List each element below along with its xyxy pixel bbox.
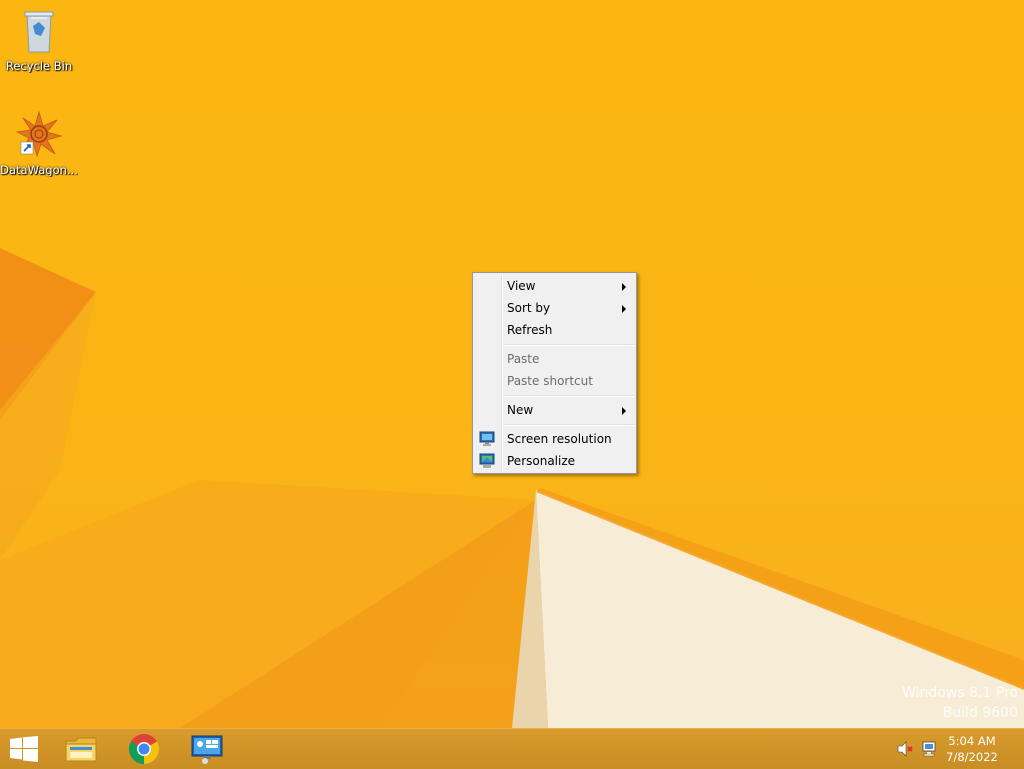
desktop-icon-datawagon[interactable]: DataWagon... xyxy=(0,110,78,177)
chrome-icon xyxy=(128,734,160,764)
monitor-icon xyxy=(479,431,495,446)
taskbar-chrome[interactable] xyxy=(116,729,172,769)
menu-item-new[interactable]: New xyxy=(475,399,634,421)
submenu-arrow-icon xyxy=(622,305,626,313)
menu-item-label: New xyxy=(507,403,534,417)
menu-item-paste-shortcut[interactable]: Paste shortcut xyxy=(475,370,634,392)
taskbar-remote-desktop[interactable] xyxy=(178,729,234,769)
menu-item-paste[interactable]: Paste xyxy=(475,348,634,370)
recycle-bin-icon xyxy=(24,11,54,53)
submenu-arrow-icon xyxy=(622,407,626,415)
clock-date: 7/8/2022 xyxy=(946,750,998,764)
windows-logo-icon xyxy=(10,736,38,762)
folder-icon xyxy=(65,737,97,762)
menu-item-label: Screen resolution xyxy=(507,432,612,446)
desktop-context-menu: View Sort by Refresh Paste Paste shortcu… xyxy=(472,272,637,474)
taskbar-clock[interactable]: 5:04 AM 7/8/2022 xyxy=(942,733,1002,765)
menu-item-label: Refresh xyxy=(507,323,553,337)
desktop-icon-label: Recycle Bin xyxy=(5,59,73,73)
start-button[interactable] xyxy=(0,729,48,769)
desktop-icon-recycle-bin[interactable]: Recycle Bin xyxy=(0,6,78,73)
menu-item-label: Personalize xyxy=(507,454,576,468)
menu-item-label: Paste xyxy=(507,352,540,366)
menu-separator xyxy=(503,344,634,346)
submenu-arrow-icon xyxy=(622,283,626,291)
taskbar: 5:04 AM 7/8/2022 xyxy=(0,728,1024,769)
menu-item-label: Sort by xyxy=(507,301,551,315)
menu-item-personalize[interactable]: Personalize xyxy=(475,450,634,472)
menu-item-view[interactable]: View xyxy=(475,275,634,297)
menu-separator xyxy=(503,424,634,426)
datawagon-icon xyxy=(15,110,63,158)
menu-item-label: Paste shortcut xyxy=(507,374,593,388)
volume-muted-icon[interactable] xyxy=(896,741,914,757)
menu-item-screen-resolution[interactable]: Screen resolution xyxy=(475,428,634,450)
watermark-edition: Windows 8.1 Pro xyxy=(902,685,1018,701)
menu-item-refresh[interactable]: Refresh xyxy=(475,319,634,341)
desktop[interactable]: Recycle Bin DataWagon... Windows 8.1 Pro… xyxy=(0,0,1024,728)
watermark-build: Build 9600 xyxy=(942,705,1018,721)
personalize-icon xyxy=(479,453,495,468)
windows-watermark: Windows 8.1 Pro Build 9600 xyxy=(902,683,1018,723)
network-icon[interactable] xyxy=(921,741,939,757)
menu-item-sort-by[interactable]: Sort by xyxy=(475,297,634,319)
menu-separator xyxy=(503,395,634,397)
clock-time: 5:04 AM xyxy=(948,734,996,748)
taskbar-file-explorer[interactable] xyxy=(52,729,108,769)
desktop-icon-label: DataWagon... xyxy=(0,163,78,177)
menu-item-label: View xyxy=(507,279,536,293)
remote-desktop-icon xyxy=(191,735,223,764)
